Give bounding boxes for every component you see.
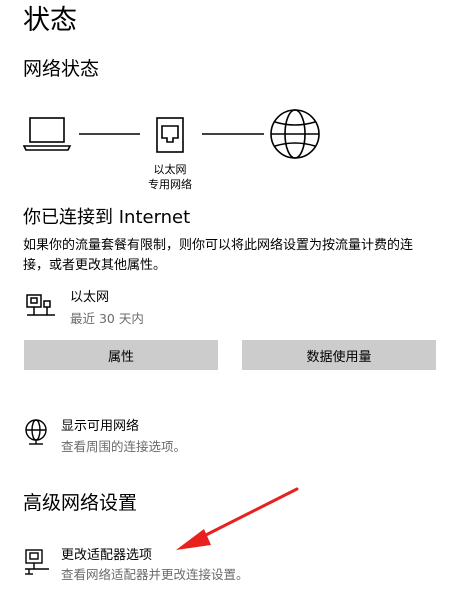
properties-button[interactable]: 属性 [24,340,218,370]
ethernet-port-icon [156,117,184,153]
show-available-networks-subtitle: 查看周围的连接选项。 [61,439,187,454]
connection-usage: 最近 30 天内 [70,311,144,326]
connected-heading: 你已连接到 Internet [23,207,191,228]
annotation-arrow [176,487,299,550]
network-globe-icon [25,419,47,445]
connection-description: 如果你的流量套餐有限制，则你可以将此网络设置为按流量计费的连接，或者更改其他属性… [23,238,414,273]
connection-name: 以太网 [70,290,110,305]
network-status-heading: 网络状态 [23,58,100,80]
laptop-icon [22,117,72,151]
advanced-settings-heading: 高级网络设置 [23,492,138,514]
adapter-label-line2: 专用网络 [148,178,192,191]
page-title: 状态 [23,5,77,36]
data-usage-button[interactable]: 数据使用量 [242,340,436,370]
show-available-networks-title[interactable]: 显示可用网络 [61,419,139,435]
adapter-label-line1: 以太网 [153,163,187,176]
network-adapter-icon [25,549,49,575]
change-adapter-options-subtitle: 查看网络适配器并更改连接设置。 [61,567,249,582]
ethernet-icon [26,294,55,316]
change-adapter-options-title[interactable]: 更改适配器选项 [61,548,152,564]
globe-icon [270,109,320,159]
